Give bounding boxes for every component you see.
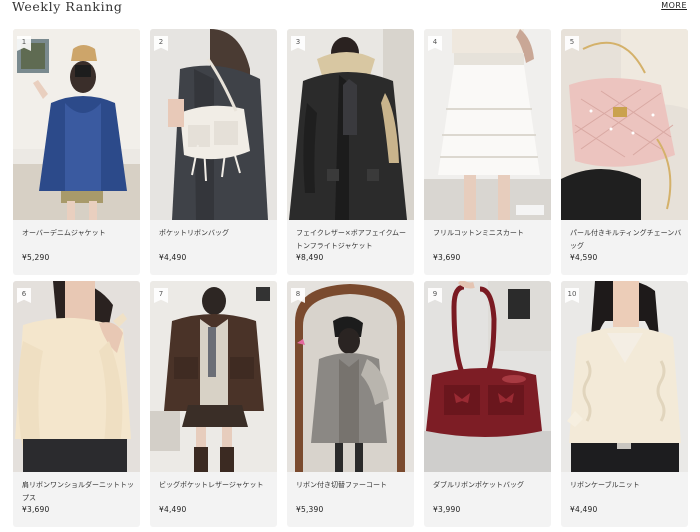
brown-leather-jacket-photo[interactable]: 7 (150, 281, 277, 472)
cream-knit-top-photo[interactable]: 6 (13, 281, 140, 472)
red-ribbon-bag-photo[interactable]: 9 (424, 281, 551, 472)
leather-flight-jacket-photo[interactable]: 3 (287, 29, 414, 220)
product-name[interactable]: 肩リボンワンショルダーニットトップス (22, 479, 134, 505)
product-price: ¥4,490 (159, 505, 187, 514)
product-price: ¥3,690 (22, 505, 50, 514)
product-name[interactable]: フリルコットンミニスカート (433, 227, 545, 240)
product-price: ¥4,490 (159, 253, 187, 262)
pink-quilted-bag-photo[interactable]: 5 (561, 29, 688, 220)
product-name[interactable]: パール付きキルティングチェーンバッグ (570, 227, 682, 253)
product-card-1[interactable]: 1 オーバーデニムジャケット ¥5,290 (13, 29, 140, 275)
product-card-9[interactable]: 9 ダブルリボンポケットバッグ ¥3,990 (424, 281, 551, 527)
product-price: ¥8,490 (296, 253, 324, 262)
product-price: ¥3,690 (433, 253, 461, 262)
product-name[interactable]: オーバーデニムジャケット (22, 227, 134, 240)
product-price: ¥4,590 (570, 253, 598, 262)
product-name[interactable]: ポケットリボンバッグ (159, 227, 271, 240)
product-name[interactable]: ビッグポケットレザージャケット (159, 479, 271, 492)
product-card-5[interactable]: 5 パール付きキルティングチェーンバッグ ¥4,590 (561, 29, 688, 275)
white-frill-skirt-photo[interactable]: 4 (424, 29, 551, 220)
product-card-8[interactable]: 8 リボン付き切替ファーコート ¥5,390 (287, 281, 414, 527)
section-title: Weekly Ranking (12, 0, 123, 14)
product-card-3[interactable]: 3 フェイクレザー×ボアフェイクムートンフライトジャケット ¥8,490 (287, 29, 414, 275)
product-card-7[interactable]: 7 ビッグポケットレザージャケット ¥4,490 (150, 281, 277, 527)
product-grid: 1 オーバーデニムジャケット ¥5,290 2 ポケットリボンバッグ ¥4,49… (13, 29, 688, 527)
product-name[interactable]: リボンケーブルニット (570, 479, 682, 492)
product-price: ¥5,290 (22, 253, 50, 262)
product-card-4[interactable]: 4 フリルコットンミニスカート ¥3,690 (424, 29, 551, 275)
ranking-header: Weekly Ranking MORE (0, 0, 700, 18)
product-name[interactable]: フェイクレザー×ボアフェイクムートンフライトジャケット (296, 227, 408, 253)
more-link[interactable]: MORE (661, 1, 687, 10)
product-price: ¥3,990 (433, 505, 461, 514)
product-card-6[interactable]: 6 肩リボンワンショルダーニットトップス ¥3,690 (13, 281, 140, 527)
product-price: ¥4,490 (570, 505, 598, 514)
product-card-2[interactable]: 2 ポケットリボンバッグ ¥4,490 (150, 29, 277, 275)
product-name[interactable]: ダブルリボンポケットバッグ (433, 479, 545, 492)
cream-cable-knit-photo[interactable]: 10 (561, 281, 688, 472)
product-price: ¥5,390 (296, 505, 324, 514)
white-ribbon-bag-photo[interactable]: 2 (150, 29, 277, 220)
product-card-10[interactable]: 10 リボンケーブルニット ¥4,490 (561, 281, 688, 527)
denim-jacket-photo[interactable]: 1 (13, 29, 140, 220)
grey-fur-coat-photo[interactable]: 8 (287, 281, 414, 472)
product-name[interactable]: リボン付き切替ファーコート (296, 479, 408, 492)
